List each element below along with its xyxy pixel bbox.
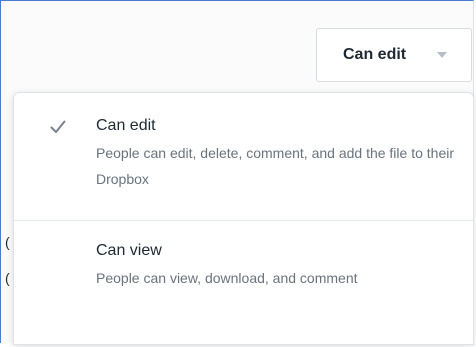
permission-dropdown-button[interactable]: Can edit: [316, 28, 472, 82]
menu-item-title: Can edit: [96, 117, 156, 134]
check-icon: [50, 120, 66, 133]
menu-item-description: People can edit, delete, comment, and ad…: [96, 145, 455, 187]
menu-item-title: Can view: [96, 242, 162, 259]
menu-item-can-edit[interactable]: Can edit People can edit, delete, commen…: [14, 93, 473, 220]
background-glyph: (: [5, 270, 10, 286]
permission-button-label: Can edit: [343, 46, 407, 63]
permission-menu: Can edit People can edit, delete, commen…: [13, 92, 474, 345]
background-glyph: (: [5, 234, 10, 250]
menu-item-description: People can view, download, and comment: [96, 270, 358, 286]
chevron-down-icon: [437, 52, 447, 58]
menu-item-can-view[interactable]: Can view People can view, download, and …: [14, 220, 473, 347]
